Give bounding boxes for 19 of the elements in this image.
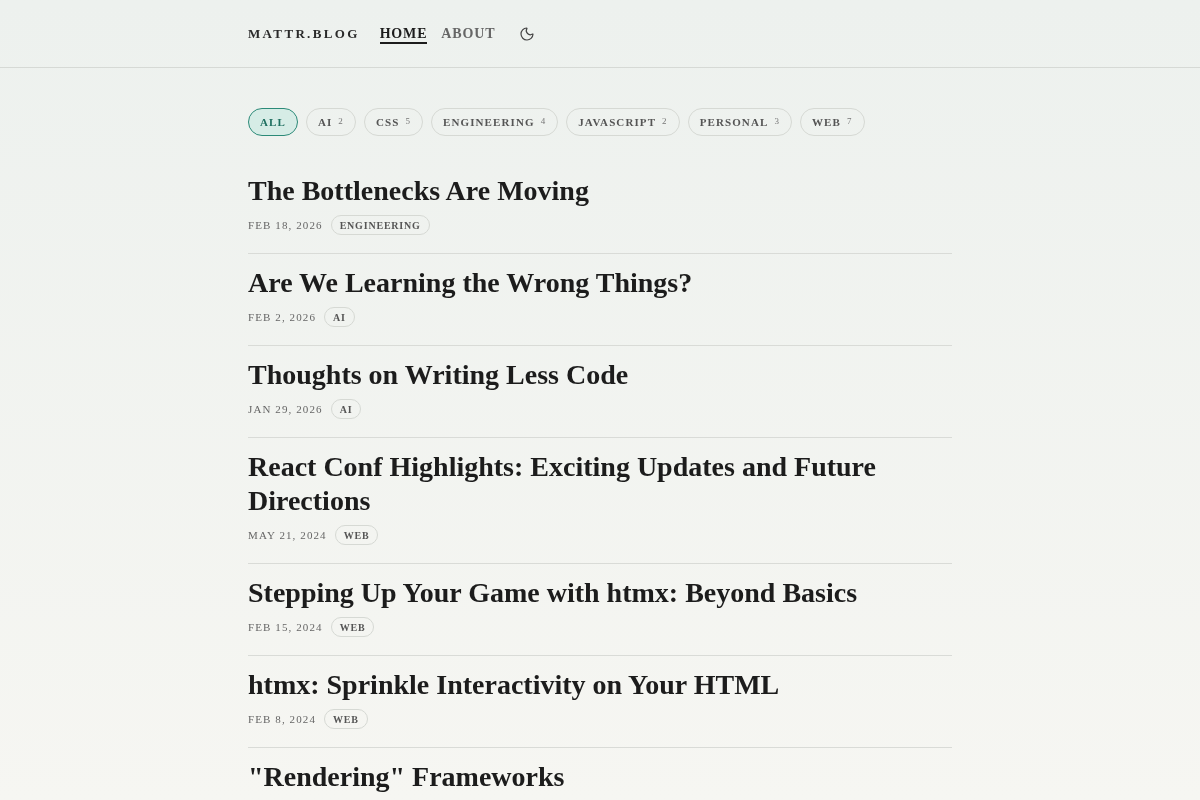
- moon-icon: [519, 25, 536, 42]
- post-date: FEB 8, 2024: [248, 711, 317, 727]
- nav-link[interactable]: ABOUT: [441, 23, 496, 44]
- post-title[interactable]: "Rendering" Frameworks: [248, 760, 952, 794]
- post-title[interactable]: Thoughts on Writing Less Code: [248, 358, 952, 392]
- post-title[interactable]: Are We Learning the Wrong Things?: [248, 266, 952, 300]
- post-date: FEB 2, 2026: [248, 309, 317, 325]
- site-logo[interactable]: MATTR.BLOG: [248, 27, 360, 40]
- filter-chip[interactable]: ALL: [248, 108, 298, 136]
- post-title[interactable]: The Bottlenecks Are Moving: [248, 174, 952, 208]
- nav-link[interactable]: HOME: [379, 23, 428, 44]
- post-title[interactable]: htmx: Sprinkle Interactivity on Your HTML: [248, 668, 952, 702]
- post-date: JAN 29, 2026: [248, 401, 323, 417]
- post-date: MAY 21, 2024: [248, 527, 327, 543]
- post-date: FEB 15, 2024: [248, 619, 323, 635]
- post-date: FEB 18, 2026: [248, 217, 323, 233]
- dark-mode-toggle[interactable]: [519, 25, 536, 42]
- post-title[interactable]: Stepping Up Your Game with htmx: Beyond Basics: [248, 576, 952, 610]
- post-title[interactable]: React Conf Highlights: Exciting Updates and Future Directions: [248, 450, 952, 518]
